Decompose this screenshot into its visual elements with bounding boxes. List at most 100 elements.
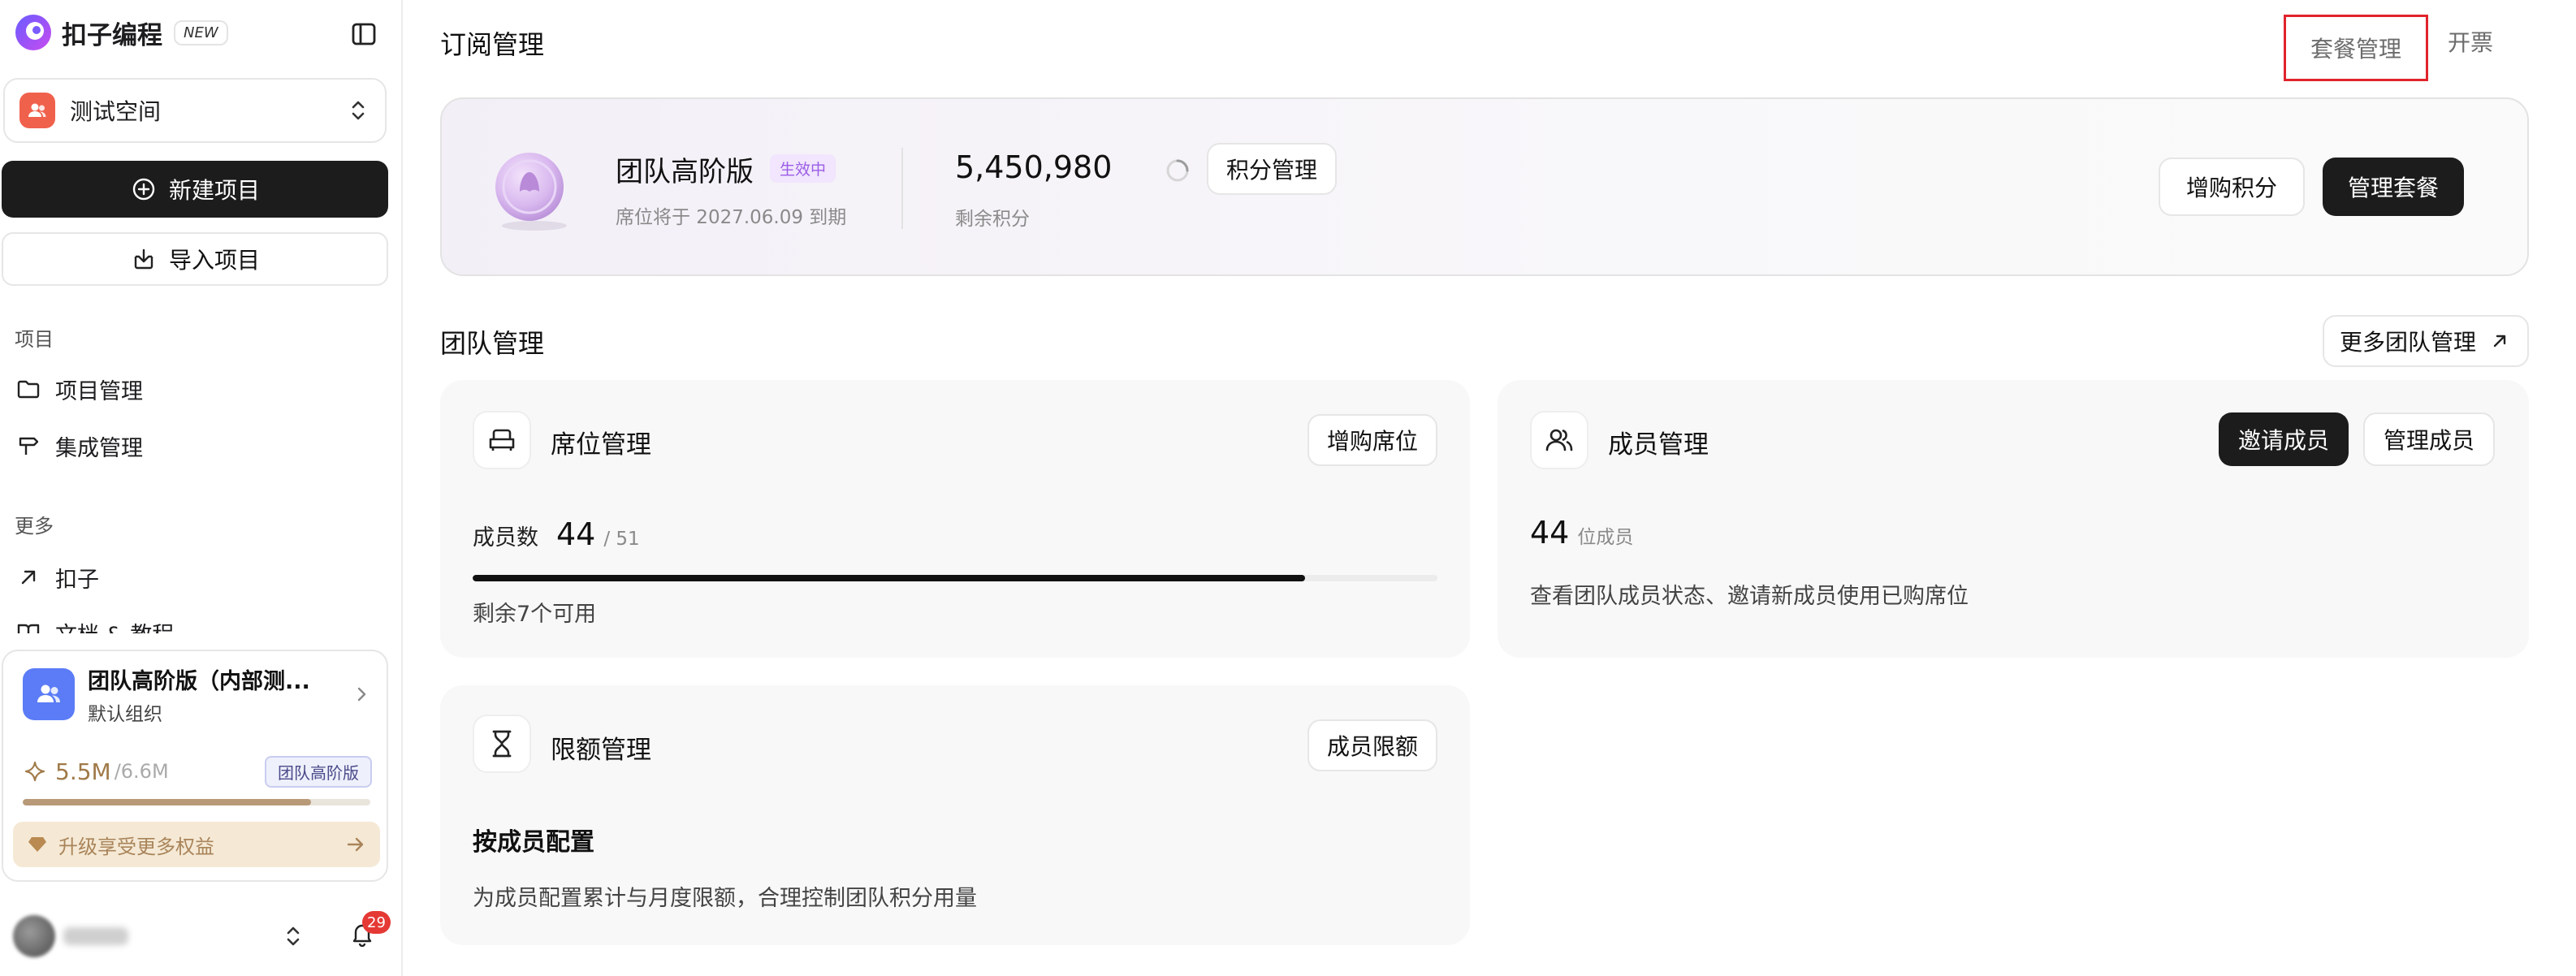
chevron-updown-icon bbox=[346, 94, 370, 127]
credits-value: 5.5M bbox=[55, 758, 111, 785]
credits-row: 5.5M /6.6M 团队高阶版 bbox=[23, 755, 372, 788]
buy-credits-button[interactable]: 增购积分 bbox=[2159, 158, 2305, 216]
members-label: 成员数 bbox=[473, 525, 538, 551]
plan-divider bbox=[901, 148, 903, 229]
sidebar-item-project-management[interactable]: 项目管理 bbox=[15, 370, 143, 408]
tab-label: 开票 bbox=[2448, 29, 2494, 56]
team-section-title: 团队管理 bbox=[440, 328, 545, 359]
arrow-right-icon bbox=[344, 833, 367, 856]
seats-total: / 51 bbox=[603, 529, 640, 550]
diamond-icon bbox=[26, 833, 49, 856]
refresh-spinner-icon[interactable] bbox=[1163, 156, 1192, 185]
member-count: 44 bbox=[1530, 515, 1570, 551]
manage-plan-button[interactable]: 管理套餐 bbox=[2323, 158, 2464, 216]
sidebar-item-label: 项目管理 bbox=[55, 378, 143, 404]
member-quota-button[interactable]: 成员限额 bbox=[1307, 719, 1437, 771]
sidebar-scroll-clip: 文档 & 教程 bbox=[0, 614, 401, 633]
member-count-unit: 位成员 bbox=[1577, 527, 1634, 548]
sidebar-item-label: 扣子 bbox=[55, 567, 99, 593]
plan-card-org: 默认组织 bbox=[88, 703, 162, 725]
workspace-name: 测试空间 bbox=[70, 98, 162, 125]
import-icon bbox=[130, 245, 158, 273]
new-project-button[interactable]: 新建项目 bbox=[2, 161, 388, 218]
tier-badge: 团队高阶版 bbox=[265, 755, 372, 788]
hourglass-icon bbox=[486, 728, 517, 759]
seats-used: 44 bbox=[556, 516, 596, 552]
member-card-title: 成员管理 bbox=[1608, 430, 1709, 460]
book-icon bbox=[15, 619, 42, 633]
brand-logo-icon bbox=[13, 12, 54, 53]
import-project-label: 导入项目 bbox=[168, 247, 260, 274]
tab-label: 套餐管理 bbox=[2310, 36, 2401, 63]
plan-banner: 团队高阶版 生效中 席位将于 2027.06.09 到期 5,450,980 积… bbox=[440, 97, 2529, 276]
seat-progress-track bbox=[473, 575, 1437, 581]
brand-name: 扣子编程 bbox=[62, 20, 162, 50]
member-quota-label: 成员限额 bbox=[1326, 733, 1418, 760]
plan-card-text: 团队高阶版（内部测... 默认组织 bbox=[88, 663, 310, 726]
section-label-more: 更多 bbox=[15, 515, 54, 538]
sidebar-toggle-icon[interactable] bbox=[348, 18, 380, 50]
invite-member-label: 邀请成员 bbox=[2237, 427, 2329, 454]
more-team-management-button[interactable]: 更多团队管理 bbox=[2323, 315, 2529, 367]
sidebar: 扣子编程 NEW 测试空间 新建项目 导入项目 项目 项目管理 集成管理 更多 … bbox=[0, 0, 403, 976]
quota-management-card: 限额管理 成员限额 按成员配置 为成员配置累计与月度限额，合理控制团队积分用量 bbox=[440, 685, 1470, 945]
sparkle-icon bbox=[23, 759, 47, 784]
quota-icon-box bbox=[473, 715, 531, 773]
plan-card-title: 团队高阶版（内部测... bbox=[88, 668, 310, 694]
workspace-avatar-icon bbox=[19, 93, 55, 128]
credits-management-label: 积分管理 bbox=[1225, 157, 1317, 184]
sidebar-item-kouzi[interactable]: 扣子 bbox=[15, 559, 99, 596]
seats-remaining: 剩余7个可用 bbox=[473, 602, 597, 627]
member-management-card: 成员管理 邀请成员 管理成员 44 位成员 查看团队成员状态、邀请新成员使用已购… bbox=[1498, 380, 2529, 658]
users-icon bbox=[1544, 425, 1575, 456]
buy-seats-label: 增购席位 bbox=[1326, 428, 1418, 455]
plan-card[interactable]: 团队高阶版（内部测... 默认组织 5.5M /6.6M 团队高阶版 升级享受更… bbox=[2, 650, 388, 882]
credits-progress-track bbox=[23, 799, 370, 805]
tab-plan-management[interactable]: 套餐管理 bbox=[2284, 15, 2428, 81]
new-badge: NEW bbox=[174, 19, 228, 45]
member-count-row: 44 位成员 bbox=[1530, 515, 1633, 551]
credits-total: /6.6M bbox=[114, 760, 169, 783]
user-name-blurred bbox=[63, 927, 128, 945]
sidebar-item-label: 文档 & 教程 bbox=[55, 617, 174, 634]
folder-icon bbox=[15, 375, 42, 403]
signpost-icon bbox=[15, 432, 42, 460]
manage-members-button[interactable]: 管理成员 bbox=[2363, 412, 2495, 466]
import-project-button[interactable]: 导入项目 bbox=[2, 232, 388, 286]
upgrade-button[interactable]: 升级享受更多权益 bbox=[13, 822, 380, 867]
quota-subtitle: 按成员配置 bbox=[473, 828, 594, 857]
page-title: 订阅管理 bbox=[440, 29, 545, 60]
user-avatar bbox=[13, 915, 55, 957]
section-label-projects: 项目 bbox=[15, 328, 54, 351]
credits-remaining-value: 5,450,980 bbox=[955, 149, 1113, 185]
seat-progress-fill bbox=[473, 575, 1305, 581]
invite-member-button[interactable]: 邀请成员 bbox=[2219, 412, 2349, 466]
sidebar-item-integration-management[interactable]: 集成管理 bbox=[15, 427, 143, 464]
manage-members-label: 管理成员 bbox=[2383, 427, 2474, 454]
plan-card-header[interactable]: 团队高阶版（内部测... 默认组织 bbox=[23, 663, 372, 726]
quota-description: 为成员配置累计与月度限额，合理控制团队积分用量 bbox=[473, 886, 977, 911]
plan-medal-icon bbox=[487, 146, 577, 235]
seat-icon-box bbox=[473, 411, 531, 469]
team-avatar-icon bbox=[23, 668, 75, 720]
seat-card-title: 席位管理 bbox=[551, 430, 651, 460]
tab-invoice[interactable]: 开票 bbox=[2448, 24, 2493, 58]
plan-status-badge: 生效中 bbox=[770, 154, 836, 183]
new-project-label: 新建项目 bbox=[168, 177, 260, 204]
workspace-selector[interactable]: 测试空间 bbox=[3, 78, 387, 143]
chevron-right-icon bbox=[352, 682, 372, 706]
user-menu[interactable] bbox=[13, 908, 305, 965]
credits-progress-fill bbox=[23, 799, 312, 805]
plus-circle-icon bbox=[130, 175, 158, 203]
sidebar-item-docs[interactable]: 文档 & 教程 bbox=[15, 614, 174, 633]
notifications-button[interactable]: 29 bbox=[344, 911, 391, 953]
credits-remaining-label: 剩余积分 bbox=[955, 209, 1030, 230]
sidebar-item-label: 集成管理 bbox=[55, 435, 143, 461]
credits-management-button[interactable]: 积分管理 bbox=[1207, 143, 1337, 195]
seat-icon bbox=[486, 425, 517, 456]
seat-management-card: 席位管理 增购席位 成员数 44 / 51 剩余7个可用 bbox=[440, 380, 1470, 658]
plan-expiry: 席位将于 2027.06.09 到期 bbox=[616, 207, 847, 228]
buy-seats-button[interactable]: 增购席位 bbox=[1307, 414, 1437, 466]
brand[interactable]: 扣子编程 NEW bbox=[13, 11, 228, 54]
more-team-management-label: 更多团队管理 bbox=[2339, 329, 2476, 356]
